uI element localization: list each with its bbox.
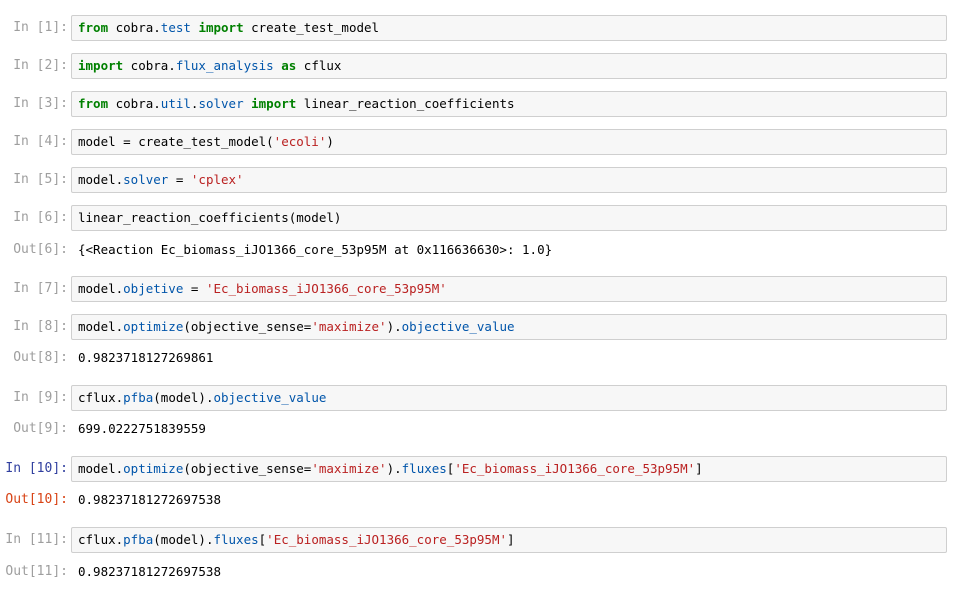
input-prompt: In [6]: <box>13 210 68 225</box>
code-token: cflux <box>296 58 342 73</box>
code-token: 'maximize' <box>311 461 387 476</box>
code-token: solver <box>198 96 244 111</box>
code-input[interactable]: model.solver = 'cplex' <box>71 167 947 193</box>
code-token: from <box>78 96 109 111</box>
code-token: = <box>183 281 206 296</box>
code-token: model. <box>78 281 124 296</box>
code-token: 'maximize' <box>311 319 387 334</box>
code-token: test <box>160 20 191 35</box>
code-token: model. <box>78 172 124 187</box>
code-input[interactable]: import cobra.flux_analysis as cflux <box>71 53 947 79</box>
code-token: optimize <box>123 319 184 334</box>
code-input[interactable]: cflux.pfba(model).fluxes['Ec_biomass_iJO… <box>71 527 947 553</box>
code-token: import <box>198 20 244 35</box>
code-token: 'Ec_biomass_iJO1366_core_53p95M' <box>266 532 507 547</box>
code-token: (objective_sense= <box>183 319 312 334</box>
code-token: model. <box>78 319 124 334</box>
code-token: linear_reaction_coefficients(model) <box>78 210 342 225</box>
code-token: solver <box>123 172 169 187</box>
code-token: flux_analysis <box>175 58 274 73</box>
code-token: = <box>168 172 191 187</box>
code-token: import <box>251 96 297 111</box>
code-token: cobra. <box>123 58 176 73</box>
input-prompt: In [9]: <box>13 390 68 405</box>
code-token: import <box>78 58 124 73</box>
code-token: 'ecoli' <box>273 134 327 149</box>
code-token: 'Ec_biomass_iJO1366_core_53p95M' <box>205 281 447 296</box>
code-token: pfba <box>123 532 154 547</box>
code-input[interactable]: model.optimize(objective_sense='maximize… <box>71 314 947 340</box>
code-input[interactable]: model = create_test_model('ecoli') <box>71 129 947 155</box>
code-token: as <box>281 58 297 73</box>
code-token: model = create_test_model( <box>78 134 274 149</box>
cell-output: {<Reaction Ec_biomass_iJO1366_core_53p95… <box>78 242 553 257</box>
code-input[interactable]: from cobra.test import create_test_model <box>71 15 947 41</box>
code-token: util <box>160 96 191 111</box>
code-input[interactable]: cflux.pfba(model).objective_value <box>71 385 947 411</box>
code-token: cflux. <box>78 390 124 405</box>
input-prompt: In [3]: <box>13 96 68 111</box>
code-token: cobra. <box>108 20 161 35</box>
code-token: ). <box>386 319 402 334</box>
output-prompt: Out[9]: <box>13 421 68 436</box>
code-token: (model). <box>153 390 214 405</box>
code-token: pfba <box>123 390 154 405</box>
input-prompt: In [4]: <box>13 134 68 149</box>
code-input[interactable]: model.objetive = 'Ec_biomass_iJO1366_cor… <box>71 276 947 302</box>
input-prompt: In [1]: <box>13 20 68 35</box>
code-token: objetive <box>123 281 184 296</box>
code-token: objective_value <box>401 319 515 334</box>
code-token: from <box>78 20 109 35</box>
input-prompt: In [8]: <box>13 319 68 334</box>
code-token: (objective_sense= <box>183 461 312 476</box>
code-token: objective_value <box>213 390 327 405</box>
code-token: fluxes <box>401 461 447 476</box>
code-input[interactable]: linear_reaction_coefficients(model) <box>71 205 947 231</box>
cell-output: 0.98237181272697538 <box>78 564 221 579</box>
code-token: ) <box>326 134 334 149</box>
code-token: fluxes <box>213 532 259 547</box>
code-token: cflux. <box>78 532 124 547</box>
input-prompt: In [2]: <box>13 58 68 73</box>
code-token: (model). <box>153 532 214 547</box>
code-token: 'Ec_biomass_iJO1366_core_53p95M' <box>454 461 696 476</box>
code-token: create_test_model <box>243 20 380 35</box>
code-token: linear_reaction_coefficients <box>296 96 515 111</box>
input-prompt: In [10]: <box>5 461 68 476</box>
cell-output: 0.98237181272697538 <box>78 492 221 507</box>
code-input[interactable]: from cobra.util.solver import linear_rea… <box>71 91 947 117</box>
input-prompt: In [5]: <box>13 172 68 187</box>
code-token: ] <box>695 461 703 476</box>
code-input[interactable]: model.optimize(objective_sense='maximize… <box>71 456 947 482</box>
code-token: cobra. <box>108 96 161 111</box>
code-token: ). <box>386 461 402 476</box>
code-token: 'cplex' <box>190 172 244 187</box>
output-prompt: Out[8]: <box>13 350 68 365</box>
cell-output: 0.9823718127269861 <box>78 350 214 365</box>
code-token: optimize <box>123 461 184 476</box>
input-prompt: In [11]: <box>5 532 68 547</box>
output-prompt: Out[10]: <box>5 492 68 507</box>
output-prompt: Out[11]: <box>5 564 68 579</box>
input-prompt: In [7]: <box>13 281 68 296</box>
cell-output: 699.0222751839559 <box>78 421 206 436</box>
output-prompt: Out[6]: <box>13 242 68 257</box>
code-token: model. <box>78 461 124 476</box>
code-token: ] <box>507 532 515 547</box>
